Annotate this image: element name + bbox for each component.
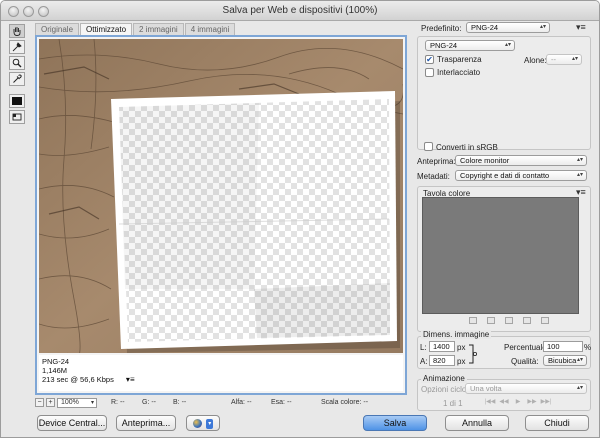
- transparency-checkbox[interactable]: ✔: [425, 55, 434, 64]
- chevron-down-icon: ▾: [206, 418, 214, 429]
- status-bar: − + 100% ▾ R: -- G: -- B: -- Alfa: -- Es…: [35, 398, 407, 410]
- constrain-proportions-link-icon[interactable]: [469, 344, 478, 364]
- percent-unit: %: [584, 343, 592, 352]
- tab-2-up[interactable]: 2 immagini: [133, 23, 184, 35]
- tab-original[interactable]: Originale: [35, 23, 80, 35]
- format-settings-group: PNG-24 ▴▾ ✔ Trasparenza Alone: -- ▴▾ Inter…: [417, 36, 591, 150]
- transparency-label: Trasparenza: [437, 55, 482, 64]
- height-field[interactable]: 820: [429, 355, 455, 366]
- readout-hex: Esa: --: [271, 399, 292, 406]
- tab-4-up[interactable]: 4 immagini: [184, 23, 236, 35]
- title-bar: Salva per Web e dispositivi (100%): [1, 1, 599, 21]
- readout-alpha: Alfa: --: [231, 399, 252, 406]
- chevron-down-icon: ▴▾: [576, 385, 583, 391]
- toolbox: [9, 24, 27, 126]
- settings-panel: Predefinito: PNG-24 ▴▾ ▾≡ PNG-24 ▴▾ ✔ Tras…: [413, 21, 599, 415]
- window-title: Salva per Web e dispositivi (100%): [222, 5, 378, 16]
- hand-icon[interactable]: [9, 24, 25, 38]
- chevron-down-icon: ▴▾: [504, 42, 511, 48]
- file-format-select[interactable]: PNG-24 ▴▾: [425, 40, 515, 51]
- new-color-icon[interactable]: [523, 317, 531, 324]
- first-frame-icon[interactable]: |◀◀: [483, 397, 497, 407]
- browser-globe-icon: [192, 419, 202, 429]
- view-tabs: Originale Ottimizzato 2 immagini 4 immag…: [35, 23, 236, 35]
- save-for-web-window: Salva per Web e dispositivi (100%) Origi…: [0, 0, 600, 438]
- preview-pane: PNG-24 1,146M 213 sec @ 56,6 Kbps ▾≡: [35, 35, 407, 395]
- toggle-slices-icon[interactable]: [9, 110, 25, 124]
- convert-srgb-checkbox[interactable]: [424, 142, 433, 151]
- preview-button[interactable]: Anteprima...: [116, 415, 176, 431]
- tab-optimized[interactable]: Ottimizzato: [80, 23, 133, 35]
- download-speed-menu-icon[interactable]: ▾≡: [126, 375, 135, 384]
- loop-options-select[interactable]: Una volta ▴▾: [465, 383, 587, 394]
- zoom-level-select[interactable]: 100% ▾: [57, 398, 97, 408]
- previous-frame-icon[interactable]: ◀◀: [497, 397, 511, 407]
- width-field[interactable]: 1400: [429, 341, 455, 352]
- lock-color-icon[interactable]: [505, 317, 513, 324]
- quality-select[interactable]: Bicubica ▴▾: [543, 355, 587, 366]
- slice-select-icon[interactable]: [9, 40, 25, 54]
- animation-title: Animazione: [421, 374, 467, 383]
- info-download-time: 213 sec @ 56,6 Kbps ▾≡: [42, 375, 135, 384]
- width-label: L:: [420, 343, 427, 352]
- height-unit: px: [457, 357, 466, 366]
- color-table-actions: [469, 317, 559, 324]
- last-frame-icon[interactable]: ▶▶|: [539, 397, 553, 407]
- eyedropper-color-swatch[interactable]: [9, 94, 25, 108]
- footer-buttons: Device Central... Anteprima... ▾ Salva A…: [1, 415, 599, 435]
- wood-texture-image: [39, 39, 403, 353]
- readout-g: G: --: [142, 399, 157, 406]
- info-file-size: 1,146M: [42, 366, 68, 375]
- map-transparent-icon[interactable]: [469, 317, 477, 324]
- convert-srgb-label: Converti in sRGB: [436, 143, 498, 152]
- preview-label: Anteprima:: [417, 157, 456, 166]
- preview-select[interactable]: Colore monitor ▴▾: [455, 155, 587, 166]
- web-shift-icon[interactable]: [487, 317, 495, 324]
- interlaced-label: Interlacciato: [437, 68, 481, 77]
- percent-field[interactable]: 100: [543, 341, 583, 352]
- optimization-info: PNG-24 1,146M 213 sec @ 56,6 Kbps ▾≡: [39, 355, 403, 391]
- save-button[interactable]: Salva: [363, 415, 427, 431]
- width-unit: px: [457, 343, 466, 352]
- info-format: PNG-24: [42, 357, 70, 366]
- chevron-down-icon: ▾: [90, 400, 94, 406]
- loop-options-label: Opzioni ciclo:: [421, 385, 469, 394]
- readout-r: R: --: [111, 399, 125, 406]
- preset-select[interactable]: PNG-24 ▴▾: [466, 22, 550, 33]
- metadata-select[interactable]: Copyright e dati di contatto ▴▾: [455, 170, 587, 181]
- color-table-swatches[interactable]: [422, 197, 579, 314]
- preset-label: Predefinito:: [421, 24, 462, 33]
- optimize-menu-icon[interactable]: ▾≡: [576, 22, 586, 33]
- quality-label: Qualità:: [511, 357, 539, 366]
- matte-select[interactable]: -- ▴▾: [546, 54, 582, 65]
- device-central-button[interactable]: Device Central...: [37, 415, 107, 431]
- image-preview[interactable]: [39, 39, 403, 353]
- matte-label: Alone:: [524, 56, 547, 65]
- chevron-down-icon: ▴▾: [571, 56, 578, 62]
- trash-icon[interactable]: [541, 317, 549, 324]
- cancel-button[interactable]: Annulla: [445, 415, 509, 431]
- image-size-title: Dimens. immagine: [421, 330, 492, 339]
- frame-counter: 1 di 1: [443, 399, 463, 408]
- zoom-in-button[interactable]: +: [46, 398, 55, 407]
- chevron-down-icon: ▴▾: [539, 24, 546, 30]
- eyedropper-icon[interactable]: [9, 72, 25, 86]
- zoom-icon[interactable]: [9, 56, 25, 70]
- chevron-down-icon: ▴▾: [576, 357, 583, 363]
- readout-color-scale: Scala colore: --: [321, 399, 369, 406]
- play-icon[interactable]: ▶: [511, 397, 525, 407]
- height-label: A:: [420, 357, 428, 366]
- chevron-down-icon: ▴▾: [576, 157, 583, 163]
- zoom-out-button[interactable]: −: [35, 398, 44, 407]
- done-button[interactable]: Chiudi: [525, 415, 589, 431]
- animation-controls: |◀◀ ◀◀ ▶ ▶▶ ▶▶|: [483, 397, 553, 407]
- browser-select-button[interactable]: ▾: [186, 415, 220, 431]
- next-frame-icon[interactable]: ▶▶: [525, 397, 539, 407]
- readout-b: B: --: [173, 399, 187, 406]
- interlaced-checkbox[interactable]: [425, 68, 434, 77]
- chevron-down-icon: ▴▾: [576, 172, 583, 178]
- metadata-label: Metadati:: [417, 172, 450, 181]
